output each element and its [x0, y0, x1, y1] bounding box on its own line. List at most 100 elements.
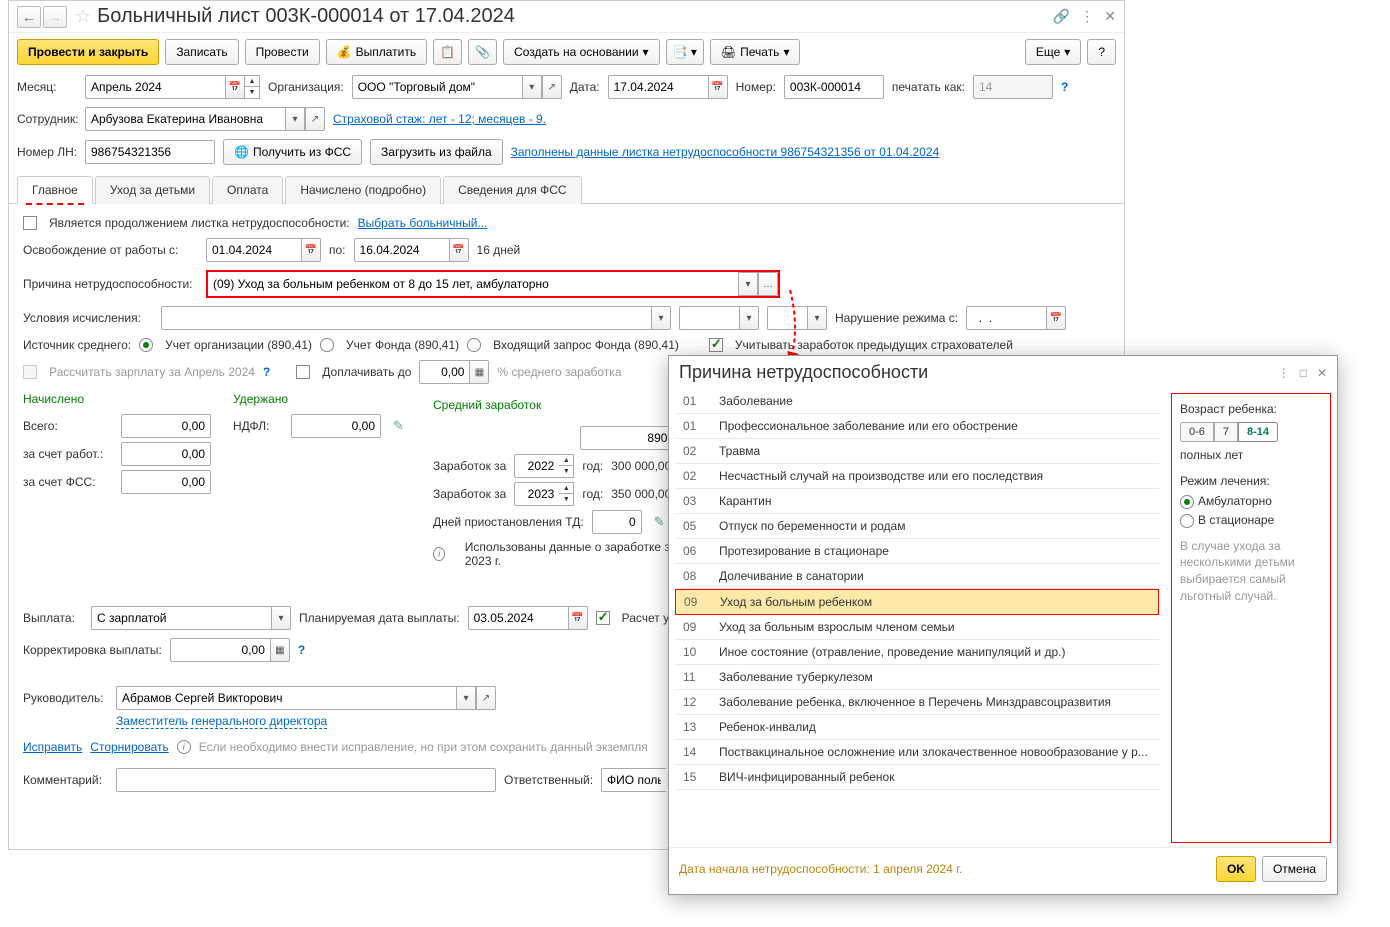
- reason-row[interactable]: 15ВИЧ-инфицированный ребенок: [675, 765, 1159, 790]
- ln-input[interactable]: [85, 140, 215, 164]
- age-0-6-button[interactable]: 0-6: [1180, 422, 1214, 442]
- create-based-button[interactable]: Создать на основании ▾: [503, 39, 660, 65]
- more-button[interactable]: Еще ▾: [1025, 39, 1081, 65]
- link-icon[interactable]: 🔗: [1053, 8, 1070, 25]
- org-input[interactable]: [352, 75, 522, 99]
- more-icon[interactable]: …: [758, 272, 778, 296]
- manager-input[interactable]: [116, 686, 456, 710]
- post-and-close-button[interactable]: Провести и закрыть: [17, 39, 159, 65]
- post-button[interactable]: Провести: [245, 39, 320, 65]
- pay-button[interactable]: 💰Выплатить: [326, 39, 427, 65]
- close-icon[interactable]: ✕: [1317, 366, 1327, 380]
- print-as-input[interactable]: [973, 75, 1053, 99]
- age-7-button[interactable]: 7: [1214, 422, 1238, 442]
- tab-childcare[interactable]: Уход за детьми: [95, 176, 210, 204]
- reason-row[interactable]: 08Долечивание в санатории: [675, 564, 1159, 589]
- back-button[interactable]: ←: [17, 6, 41, 28]
- violation-date[interactable]: [966, 306, 1046, 330]
- comment-input[interactable]: [116, 768, 496, 792]
- reason-row[interactable]: 13Ребенок-инвалид: [675, 715, 1159, 740]
- ok-button[interactable]: OK: [1216, 856, 1256, 882]
- reason-row[interactable]: 05Отпуск по беременности и родам: [675, 514, 1159, 539]
- help-icon[interactable]: ?: [298, 643, 305, 657]
- cancel-button[interactable]: Отмена: [1262, 856, 1327, 882]
- number-input[interactable]: [784, 75, 884, 99]
- month-input[interactable]: [85, 75, 225, 99]
- print-button[interactable]: 🖨 Печать ▾: [710, 39, 801, 65]
- tab-main[interactable]: Главное: [17, 176, 93, 204]
- payup-input[interactable]: [419, 360, 469, 384]
- copy-icon-button[interactable]: 📑 ▾: [666, 39, 704, 65]
- calendar-icon[interactable]: 📅: [708, 75, 728, 99]
- inpatient-radio[interactable]: [1180, 514, 1194, 528]
- outpatient-radio[interactable]: [1180, 495, 1194, 509]
- calendar-icon[interactable]: 📅: [225, 75, 245, 99]
- dropdown-icon[interactable]: ▾: [522, 75, 542, 99]
- spinner-down[interactable]: ▼: [245, 87, 259, 98]
- continuation-checkbox[interactable]: [23, 216, 37, 230]
- help-button[interactable]: ?: [1087, 39, 1116, 65]
- reason-row[interactable]: 09Уход за больным взрослым членом семьи: [675, 615, 1159, 640]
- year2-input[interactable]: [514, 482, 559, 506]
- menu-dots-icon[interactable]: ⋮: [1080, 8, 1094, 25]
- spinner-up[interactable]: ▲: [245, 76, 259, 87]
- calc-icon[interactable]: ▦: [469, 360, 489, 384]
- source-org-radio[interactable]: [139, 338, 153, 352]
- dropdown-icon[interactable]: ▾: [738, 272, 758, 296]
- get-fss-button[interactable]: 🌐 Получить из ФСС: [223, 139, 362, 165]
- attachment-icon-button[interactable]: 📎: [468, 39, 497, 65]
- reason-input[interactable]: [208, 272, 738, 296]
- reason-row[interactable]: 02Травма: [675, 439, 1159, 464]
- insurance-link[interactable]: Страховой стаж: лет - 12; месяцев - 9.: [333, 112, 546, 126]
- fix-link[interactable]: Исправить: [23, 740, 82, 754]
- total-input[interactable]: [121, 414, 211, 438]
- cond1-input[interactable]: [161, 306, 651, 330]
- calendar-icon[interactable]: 📅: [568, 606, 588, 630]
- cond2-input[interactable]: [679, 306, 739, 330]
- calc-icon[interactable]: ▦: [270, 638, 290, 662]
- reason-row[interactable]: 10Иное состояние (отравление, проведение…: [675, 640, 1159, 665]
- cond3-input[interactable]: [767, 306, 807, 330]
- employee-input[interactable]: [85, 107, 285, 131]
- source-fund-radio[interactable]: [320, 338, 334, 352]
- date-to-input[interactable]: [354, 238, 449, 262]
- reason-row[interactable]: 11Заболевание туберкулезом: [675, 665, 1159, 690]
- reason-row[interactable]: 02Несчастный случай на производстве или …: [675, 464, 1159, 489]
- close-icon[interactable]: ✕: [1104, 8, 1116, 25]
- prev-insurers-checkbox[interactable]: [709, 338, 723, 352]
- age-8-14-button[interactable]: 8-14: [1238, 422, 1278, 442]
- save-button[interactable]: Записать: [165, 39, 238, 65]
- reverse-link[interactable]: Сторнировать: [90, 740, 168, 754]
- pencil-icon[interactable]: ✎: [393, 418, 404, 434]
- report-icon-button[interactable]: 📋: [433, 39, 462, 65]
- month-input-group[interactable]: 📅 ▲▼: [85, 75, 260, 99]
- correction-input[interactable]: [170, 638, 270, 662]
- date-from-input[interactable]: [206, 238, 301, 262]
- reason-row[interactable]: 12Заболевание ребенка, включенное в Пере…: [675, 690, 1159, 715]
- reason-row[interactable]: 01Заболевание: [675, 389, 1159, 414]
- help-icon[interactable]: ?: [263, 365, 270, 379]
- date-input[interactable]: [608, 75, 708, 99]
- suspension-input[interactable]: [592, 510, 642, 534]
- tab-payment[interactable]: Оплата: [212, 176, 283, 204]
- help-icon[interactable]: ?: [1061, 80, 1068, 94]
- org-input-group[interactable]: ▾ ↗: [352, 75, 562, 99]
- reason-row[interactable]: 06Протезирование в стационаре: [675, 539, 1159, 564]
- calc-approved-checkbox[interactable]: [596, 611, 610, 625]
- payment-input[interactable]: [91, 606, 271, 630]
- menu-dots-icon[interactable]: ⋮: [1278, 366, 1290, 380]
- favorite-star-icon[interactable]: ☆: [75, 6, 91, 27]
- planned-date-input[interactable]: [468, 606, 568, 630]
- open-icon[interactable]: ↗: [542, 75, 562, 99]
- open-icon[interactable]: ↗: [305, 107, 325, 131]
- reason-row[interactable]: 14Поствакцинальное осложнение или злокач…: [675, 740, 1159, 765]
- ndfl-input[interactable]: [291, 414, 381, 438]
- employer-input[interactable]: [121, 442, 211, 466]
- reason-row[interactable]: 09Уход за больным ребенком: [675, 589, 1159, 615]
- data-link[interactable]: Заполнены данные листка нетрудоспособнос…: [511, 145, 940, 159]
- manager-position-link[interactable]: Заместитель генерального директора: [116, 714, 327, 729]
- calendar-icon[interactable]: 📅: [301, 238, 321, 262]
- employee-input-group[interactable]: ▾ ↗: [85, 107, 325, 131]
- payup-checkbox[interactable]: [296, 365, 310, 379]
- date-input-group[interactable]: 📅: [608, 75, 728, 99]
